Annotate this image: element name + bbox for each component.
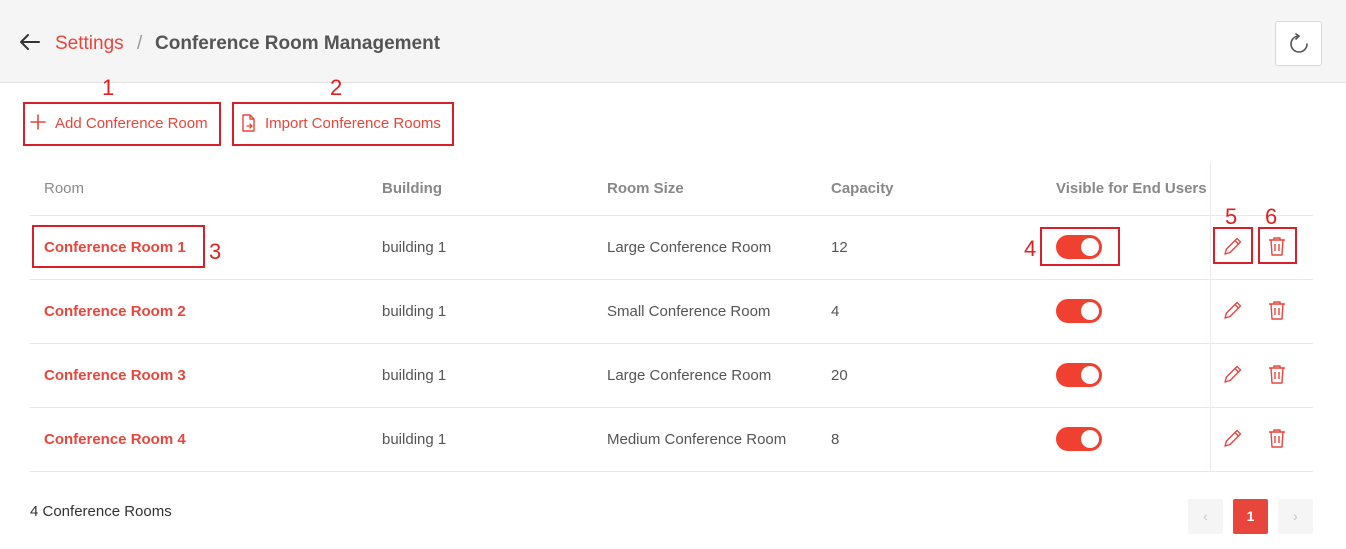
refresh-icon [1290,33,1308,53]
visible-toggle[interactable] [1056,427,1102,451]
capacity-cell: 12 [831,239,848,256]
annotation-label-5: 5 [1225,204,1238,229]
annotation-box-4 [1040,227,1120,266]
annotation-box-1 [23,102,221,146]
column-header-visible[interactable]: Visible for End Users [1056,180,1207,197]
toggle-knob [1081,302,1099,320]
breadcrumb-separator: / [137,33,143,54]
row-divider [30,279,1313,280]
trash-icon[interactable] [1266,427,1288,449]
column-header-room-size[interactable]: Room Size [607,180,684,197]
column-header-room[interactable]: Room [44,180,84,197]
annotation-box-3 [32,225,205,268]
pencil-icon[interactable] [1222,299,1244,321]
building-cell: building 1 [382,367,447,384]
page-header: Settings / Conference Room Management [0,0,1346,83]
annotation-box-2 [232,102,454,146]
capacity-cell: 4 [831,303,840,320]
row-divider [30,471,1313,472]
annotation-box-5 [1213,227,1253,264]
annotation-label-3: 3 [209,239,222,264]
trash-icon[interactable] [1266,363,1288,385]
room-size-cell: Medium Conference Room [607,431,787,448]
page-1-button[interactable]: 1 [1233,499,1268,534]
refresh-button[interactable] [1275,21,1322,66]
building-cell: building 1 [382,431,447,448]
row-divider [30,343,1313,344]
pencil-icon[interactable] [1222,363,1244,385]
pencil-icon[interactable] [1222,427,1244,449]
building-cell: building 1 [382,303,447,320]
capacity-cell: 8 [831,431,840,448]
toggle-knob [1081,430,1099,448]
annotation-box-6 [1258,227,1297,264]
actions-column-divider [1210,162,1211,472]
row-divider [30,407,1313,408]
room-count: 4 Conference Rooms [30,503,172,520]
visible-toggle[interactable] [1056,363,1102,387]
annotation-label-6: 6 [1265,204,1278,229]
back-arrow-icon[interactable] [19,32,41,52]
building-cell: building 1 [382,239,447,256]
prev-page-button[interactable]: ‹ [1188,499,1223,534]
room-name-link[interactable]: Conference Room 3 [44,367,186,384]
breadcrumb-settings[interactable]: Settings [55,33,124,55]
annotation-label-1: 1 [102,75,115,100]
toggle-knob [1081,366,1099,384]
header-divider [30,215,1313,216]
capacity-cell: 20 [831,367,848,384]
page-title: Conference Room Management [155,33,441,54]
annotation-label-4: 4 [1024,236,1037,261]
room-name-link[interactable]: Conference Room 4 [44,431,186,448]
visible-toggle[interactable] [1056,299,1102,323]
room-name-link[interactable]: Conference Room 2 [44,303,186,320]
room-size-cell: Large Conference Room [607,239,772,256]
column-header-building[interactable]: Building [382,180,442,197]
room-size-cell: Large Conference Room [607,367,772,384]
trash-icon[interactable] [1266,299,1288,321]
next-page-button[interactable]: › [1278,499,1313,534]
annotation-label-2: 2 [330,75,343,100]
column-header-capacity[interactable]: Capacity [831,180,894,197]
room-size-cell: Small Conference Room [607,303,771,320]
